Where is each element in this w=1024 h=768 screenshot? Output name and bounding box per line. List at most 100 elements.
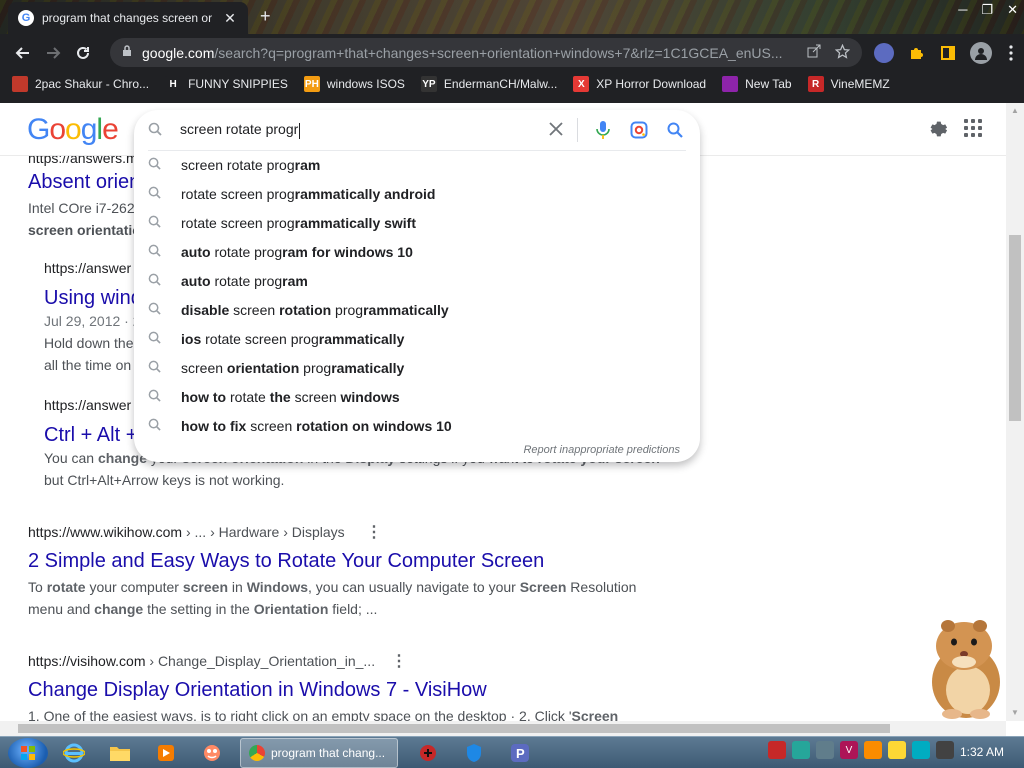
suggestion-segment: screen	[181, 359, 227, 376]
bookmark-star-icon[interactable]	[834, 43, 851, 62]
app-tray-icon[interactable]	[192, 738, 232, 768]
google-lens-camera-icon[interactable]	[628, 119, 650, 141]
scroll-down-arrow-icon[interactable]: ▼	[1006, 705, 1024, 721]
tray-network-icon[interactable]	[816, 741, 834, 759]
search-box[interactable]: screen rotate progr	[134, 110, 700, 150]
voice-search-mic-icon[interactable]	[592, 119, 614, 141]
horizontal-scrollbar[interactable]	[0, 721, 1006, 736]
new-tab-button[interactable]: +	[260, 6, 271, 27]
suggestion-item[interactable]: rotate screen programmatically swift	[134, 208, 700, 237]
r4-db: Screen	[519, 579, 567, 595]
suggestion-search-icon	[148, 186, 170, 202]
tray-clock-app-icon[interactable]	[936, 741, 954, 759]
tray-red-icon[interactable]	[768, 741, 786, 759]
suggestion-item[interactable]: how to rotate the screen windows	[134, 382, 700, 411]
browser-window: G program that changes screen or ✕ + ─ ❐…	[0, 0, 1024, 768]
back-button[interactable]	[8, 38, 38, 68]
suggestion-segment: rammatically android	[294, 185, 436, 202]
taskbar-clock[interactable]: 1:32 AM	[960, 745, 1004, 759]
taskbar-chrome-window[interactable]: program that chang...	[240, 737, 398, 768]
address-bar[interactable]: google.com/search?q=program+that+changes…	[110, 38, 862, 67]
report-predictions-link[interactable]: Report inappropriate predictions	[523, 444, 680, 456]
browser-tab[interactable]: G program that changes screen or ✕	[8, 2, 248, 34]
suggestion-text: rotate screen programmatically android	[181, 186, 435, 202]
internet-explorer-icon[interactable]	[54, 738, 94, 768]
profile-avatar-icon[interactable]	[970, 42, 992, 64]
minimize-button[interactable]: ─	[958, 2, 967, 18]
result-5-title[interactable]: Change Display Orientation in Windows 7 …	[28, 679, 487, 702]
suggestion-segment: auto	[181, 243, 211, 260]
search-input[interactable]: screen rotate progr	[180, 121, 549, 138]
suggestion-list: screen rotate program rotate screen progr…	[134, 150, 700, 440]
scroll-up-arrow-icon[interactable]: ▲	[1006, 103, 1024, 119]
logo-letter: e	[102, 113, 119, 146]
suggestion-item[interactable]: screen orientation programatically	[134, 353, 700, 382]
side-panel-icon[interactable]	[938, 43, 958, 63]
tab-close-icon[interactable]: ✕	[222, 10, 238, 27]
suggestion-item[interactable]: auto rotate program for windows 10	[134, 237, 700, 266]
result-4-host: https://www.wikihow.com	[28, 524, 183, 540]
bookmark-item[interactable]: H FUNNY SNIPPIES	[165, 76, 288, 92]
extensions-area	[874, 38, 1018, 68]
result-1-title[interactable]: Absent orien	[28, 171, 140, 194]
clear-search-icon[interactable]	[549, 119, 563, 142]
suggestion-text: screen rotate program	[181, 157, 320, 173]
bookmark-item[interactable]: New Tab	[722, 76, 792, 92]
tray-v-icon[interactable]: V	[840, 741, 858, 759]
close-window-button[interactable]: ✕	[1007, 2, 1018, 18]
bookmark-item[interactable]: R VineMEMZ	[807, 76, 890, 92]
suggestion-item[interactable]: rotate screen programmatically android	[134, 179, 700, 208]
suggestion-item[interactable]: disable screen rotation programmatically	[134, 295, 700, 324]
result-3-cite[interactable]: https://answer	[44, 397, 131, 413]
suggestion-item[interactable]: screen rotate program	[134, 150, 700, 179]
suggestion-segment: auto	[181, 272, 211, 289]
result-2-title[interactable]: Using wind	[44, 287, 142, 310]
search-submit-icon[interactable]	[664, 119, 686, 141]
suggestion-segment: rotate prog	[210, 243, 283, 260]
browser-menu-icon[interactable]	[1004, 38, 1018, 68]
red-app-icon[interactable]	[408, 738, 448, 768]
reload-button[interactable]	[68, 38, 98, 68]
tray-teal-icon[interactable]	[792, 741, 810, 759]
shield-app-icon[interactable]	[454, 738, 494, 768]
file-explorer-icon[interactable]	[100, 738, 140, 768]
bookmark-item[interactable]: X XP Horror Download	[573, 76, 706, 92]
url-path: /search?q=program+that+changes+screen+or…	[214, 44, 783, 61]
start-button-windows-icon[interactable]	[8, 737, 48, 768]
google-logo[interactable]: Google	[27, 113, 119, 147]
suggestion-item[interactable]: how to fix screen rotation on windows 10	[134, 411, 700, 440]
vertical-scrollbar[interactable]: ▲ ▼	[1006, 103, 1024, 721]
google-apps-icon[interactable]	[964, 119, 982, 137]
extensions-puzzle-icon[interactable]	[906, 43, 926, 63]
suggestion-item[interactable]: ios rotate screen programmatically	[134, 324, 700, 353]
suggestion-item[interactable]: auto rotate program	[134, 266, 700, 295]
hamster-mascot-icon[interactable]	[918, 610, 1008, 720]
forward-button[interactable]	[38, 38, 68, 68]
extension-sphere-icon[interactable]	[874, 43, 894, 63]
result-4-snippet-line2: menu and change the setting in the Orien…	[28, 598, 377, 620]
result-3-title[interactable]: Ctrl + Alt +	[44, 424, 137, 447]
result-1-cite[interactable]: https://answers.m	[28, 156, 138, 166]
bookmarks-bar: 2pac Shakur - Chro... H FUNNY SNIPPIES PH wi…	[0, 71, 1024, 97]
maximize-button[interactable]: ❐	[981, 2, 993, 18]
share-icon[interactable]	[807, 44, 821, 61]
result-5-cite[interactable]: https://visihow.com › Change_Display_Ori…	[28, 653, 375, 669]
result-4-title[interactable]: 2 Simple and Easy Ways to Rotate Your Co…	[28, 550, 544, 573]
result-2-cite[interactable]: https://answer	[44, 260, 131, 276]
p-app-icon[interactable]: P	[500, 738, 540, 768]
vertical-scroll-thumb[interactable]	[1009, 235, 1021, 421]
logo-letter: o	[49, 113, 66, 146]
settings-gear-icon[interactable]	[926, 118, 948, 146]
result-4-more-icon[interactable]: ⋮	[366, 522, 382, 542]
bookmark-item[interactable]: 2pac Shakur - Chro...	[12, 76, 149, 92]
media-player-icon[interactable]	[146, 738, 186, 768]
tray-monitor-icon[interactable]	[912, 741, 930, 759]
tray-search-icon[interactable]	[864, 741, 882, 759]
horizontal-scroll-thumb[interactable]	[18, 724, 890, 733]
result-5-more-icon[interactable]: ⋮	[391, 651, 407, 671]
result-4-cite[interactable]: https://www.wikihow.com › ... › Hardware…	[28, 524, 345, 540]
bookmark-item[interactable]: YP EndermanCH/Malw...	[420, 76, 557, 92]
bookmark-item[interactable]: PH windows ISOS	[303, 76, 405, 92]
tray-yellow-icon[interactable]	[888, 741, 906, 759]
suggestion-segment: screen rotate prog	[181, 156, 295, 173]
